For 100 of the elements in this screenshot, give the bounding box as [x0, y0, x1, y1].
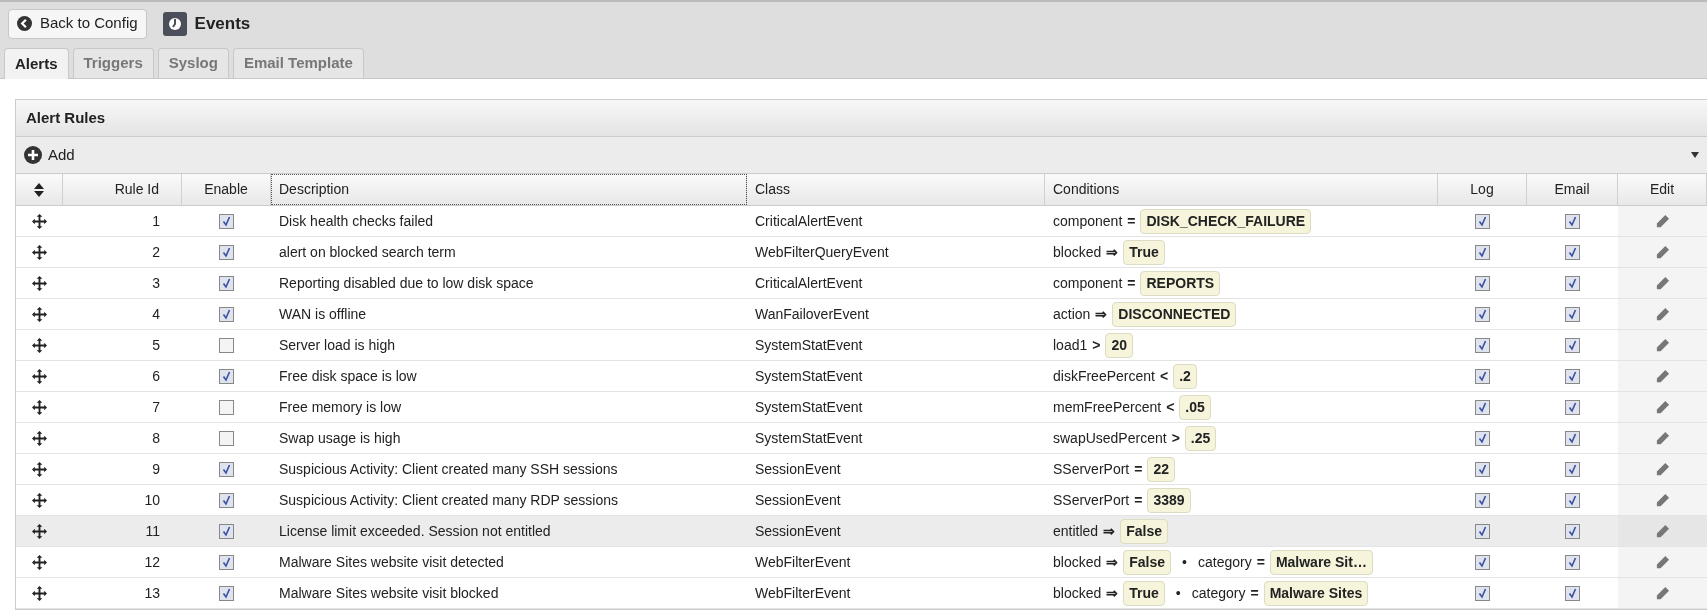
edit-pencil-icon[interactable]: [1655, 368, 1670, 384]
table-row[interactable]: 3 Reporting disabled due to low disk space CriticalAlertEvent component = REPORTS: [16, 268, 1707, 299]
tab[interactable]: Email Template: [232, 48, 364, 78]
column-header[interactable]: Rule Id: [114, 179, 159, 200]
table-row[interactable]: 2 alert on blocked search term WebFilterQueryEvent blocked ⇒ True: [16, 237, 1707, 268]
move-handle-icon[interactable]: [32, 430, 47, 446]
checkbox[interactable]: [219, 306, 234, 322]
checkbox[interactable]: [219, 585, 234, 601]
table-row[interactable]: 1 Disk health checks failed CriticalAlertEvent component = DISK_CHECK_FAILURE: [16, 206, 1707, 237]
checkbox[interactable]: [1565, 213, 1580, 229]
move-handle-icon[interactable]: [32, 585, 47, 601]
move-handle-icon[interactable]: [32, 337, 47, 353]
edit-pencil-icon[interactable]: [1655, 244, 1670, 260]
checkbox[interactable]: [1565, 399, 1580, 415]
table-row[interactable]: 10 Suspicious Activity: Client created many RDP sessions SessionEvent SServerPort = 3389: [16, 485, 1707, 516]
checkbox[interactable]: [219, 399, 234, 415]
table-row[interactable]: 6 Free disk space is low SystemStatEvent diskFreePercent < .2: [16, 361, 1707, 392]
column-header[interactable]: Log: [1470, 179, 1494, 200]
column-header[interactable]: Class: [755, 179, 790, 200]
checkbox[interactable]: [1565, 523, 1580, 539]
checkbox[interactable]: [1475, 523, 1490, 539]
checkbox[interactable]: [219, 492, 234, 508]
condition-value: DISK_CHECK_FAILURE: [1140, 208, 1312, 234]
move-handle-icon[interactable]: [32, 554, 47, 570]
checkbox[interactable]: [219, 244, 234, 260]
checkbox[interactable]: [219, 368, 234, 384]
move-handle-icon[interactable]: [32, 368, 47, 384]
move-handle-icon[interactable]: [32, 492, 47, 508]
checkbox[interactable]: [1565, 585, 1580, 601]
move-handle-icon[interactable]: [32, 306, 47, 322]
column-header[interactable]: Conditions: [1053, 179, 1120, 200]
rule-description: Server load is high: [279, 335, 395, 355]
checkbox[interactable]: [1565, 492, 1580, 508]
condition-field: blocked: [1053, 582, 1102, 604]
checkbox[interactable]: [219, 554, 234, 570]
tab[interactable]: Alerts: [4, 48, 69, 79]
checkbox[interactable]: [1475, 430, 1490, 446]
back-button[interactable]: Back to Config: [8, 8, 147, 39]
edit-pencil-icon[interactable]: [1655, 337, 1670, 353]
column-header[interactable]: Edit: [1649, 179, 1675, 200]
move-handle-icon[interactable]: [32, 461, 47, 477]
move-handle-icon[interactable]: [32, 399, 47, 415]
checkbox[interactable]: [1475, 461, 1490, 477]
table-row[interactable]: 9 Suspicious Activity: Client created many SSH sessions SessionEvent SServerPort = 22: [16, 454, 1707, 485]
sort-icon[interactable]: [34, 182, 44, 197]
checkbox[interactable]: [1565, 275, 1580, 291]
checkbox[interactable]: [219, 430, 234, 446]
tab[interactable]: Syslog: [157, 48, 229, 78]
edit-pencil-icon[interactable]: [1655, 306, 1670, 322]
checkbox[interactable]: [1475, 275, 1490, 291]
checkbox[interactable]: [1475, 492, 1490, 508]
checkbox[interactable]: [1475, 399, 1490, 415]
checkbox[interactable]: [1475, 306, 1490, 322]
column-header[interactable]: Enable: [204, 179, 248, 200]
move-handle-icon[interactable]: [32, 244, 47, 260]
edit-pencil-icon[interactable]: [1655, 492, 1670, 508]
checkbox[interactable]: [219, 213, 234, 229]
checkbox[interactable]: [1565, 554, 1580, 570]
tab[interactable]: Triggers: [72, 48, 154, 78]
caret-icon[interactable]: [1691, 152, 1699, 158]
checkbox[interactable]: [1475, 368, 1490, 384]
app-logo-icon: [162, 11, 187, 36]
checkbox[interactable]: [1565, 244, 1580, 260]
checkbox[interactable]: [1565, 368, 1580, 384]
table-row[interactable]: 7 Free memory is low SystemStatEvent memFreePercent < .05: [16, 392, 1707, 423]
move-handle-icon[interactable]: [32, 523, 47, 539]
table-row[interactable]: 11 License limit exceeded. Session not entitled SessionEvent entitled ⇒ False: [16, 516, 1707, 547]
table-row[interactable]: 12 Malware Sites website visit detected WebFilterEvent blocked ⇒ False • category = Malware Sit…: [16, 547, 1707, 578]
checkbox[interactable]: [219, 337, 234, 353]
checkbox[interactable]: [219, 523, 234, 539]
checkbox[interactable]: [1565, 337, 1580, 353]
checkbox[interactable]: [1475, 244, 1490, 260]
edit-pencil-icon[interactable]: [1655, 554, 1670, 570]
edit-pencil-icon[interactable]: [1655, 430, 1670, 446]
rule-id: 8: [152, 428, 160, 448]
add-button[interactable]: Add: [24, 143, 75, 167]
table-row[interactable]: 13 Malware Sites website visit blocked WebFilterEvent blocked ⇒ True • category = Malware Sites: [16, 578, 1707, 609]
edit-pencil-icon[interactable]: [1655, 399, 1670, 415]
edit-pencil-icon[interactable]: [1655, 213, 1670, 229]
checkbox[interactable]: [1565, 430, 1580, 446]
checkbox[interactable]: [1475, 213, 1490, 229]
checkbox[interactable]: [1475, 554, 1490, 570]
checkbox[interactable]: [219, 275, 234, 291]
table-row[interactable]: 8 Swap usage is high SystemStatEvent swapUsedPercent > .25: [16, 423, 1707, 454]
checkbox[interactable]: [1565, 306, 1580, 322]
edit-pencil-icon[interactable]: [1655, 523, 1670, 539]
table-row[interactable]: 5 Server load is high SystemStatEvent load1 > 20: [16, 330, 1707, 361]
edit-pencil-icon[interactable]: [1655, 585, 1670, 601]
checkbox[interactable]: [1565, 461, 1580, 477]
checkbox[interactable]: [1475, 337, 1490, 353]
table-row[interactable]: 4 WAN is offline WanFailoverEvent action ⇒ DISCONNECTED: [16, 299, 1707, 330]
column-header[interactable]: Description: [279, 179, 350, 200]
condition-field: SServerPort: [1053, 458, 1130, 480]
column-header[interactable]: Email: [1554, 179, 1590, 200]
edit-pencil-icon[interactable]: [1655, 275, 1670, 291]
checkbox[interactable]: [1475, 585, 1490, 601]
move-handle-icon[interactable]: [32, 213, 47, 229]
checkbox[interactable]: [219, 461, 234, 477]
edit-pencil-icon[interactable]: [1655, 461, 1670, 477]
move-handle-icon[interactable]: [32, 275, 47, 291]
